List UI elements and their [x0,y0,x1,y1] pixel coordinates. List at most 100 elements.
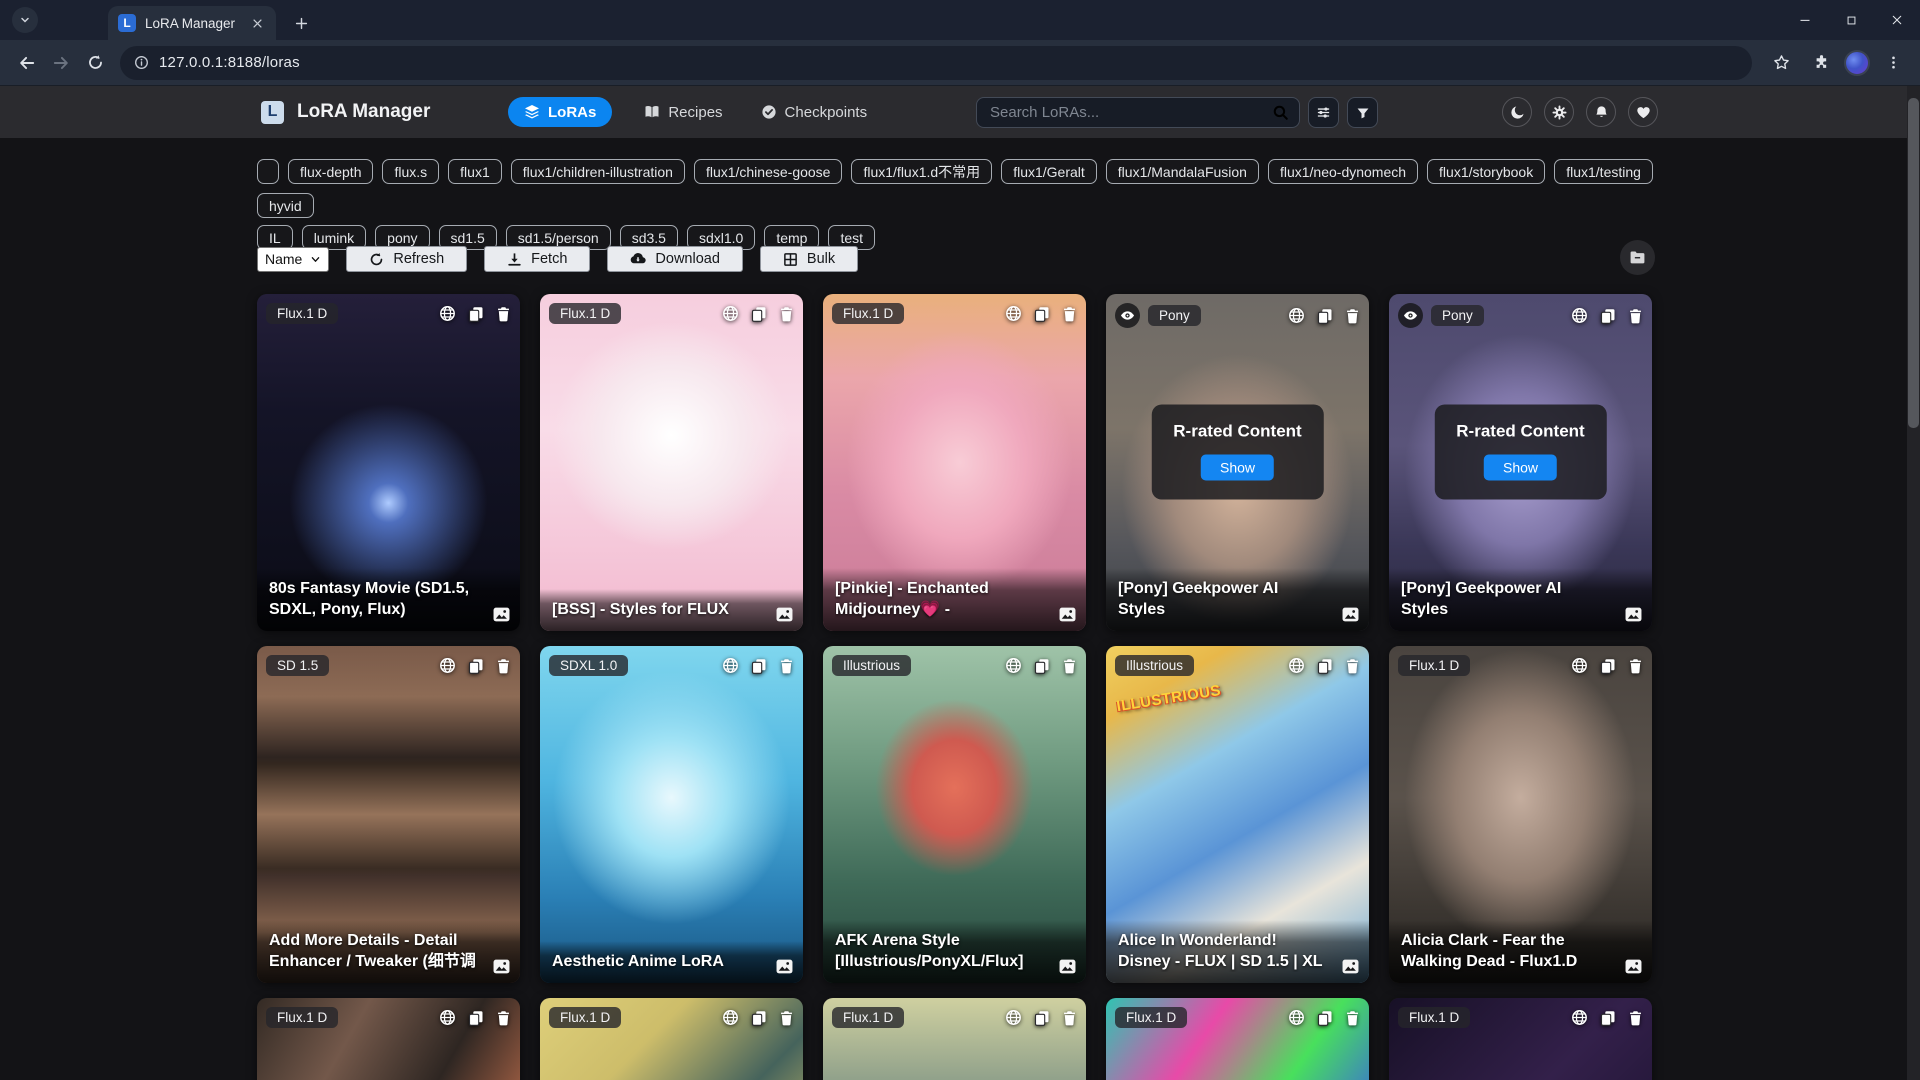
eye-icon[interactable] [1115,303,1140,328]
tab-close-icon[interactable] [248,14,266,32]
eye-icon[interactable] [1398,303,1423,328]
image-icon[interactable] [1625,959,1642,974]
trash-icon[interactable] [779,306,794,322]
trash-icon[interactable] [496,658,511,674]
copy-icon[interactable] [751,658,767,674]
globe-icon[interactable] [1288,1009,1305,1026]
tag-pill[interactable]: flux1/flux1.d不常用 [851,159,992,184]
sort-select[interactable]: Name [257,247,329,272]
copy-icon[interactable] [1600,1010,1616,1026]
globe-icon[interactable] [1288,657,1305,674]
trash-icon[interactable] [1628,658,1643,674]
copy-icon[interactable] [1600,658,1616,674]
tab-checkpoints[interactable]: Checkpoints [755,97,874,127]
image-icon[interactable] [493,959,510,974]
copy-icon[interactable] [468,658,484,674]
minimize-button[interactable] [1782,0,1828,40]
image-icon[interactable] [1059,607,1076,622]
globe-icon[interactable] [1005,305,1022,322]
trash-icon[interactable] [496,1010,511,1026]
extensions-icon[interactable] [1804,46,1838,80]
download-button[interactable]: Download [607,246,743,272]
tag-pill[interactable]: flux.s [382,159,439,184]
tag-pill[interactable] [257,159,279,184]
copy-icon[interactable] [1034,658,1050,674]
trash-icon[interactable] [1345,1010,1360,1026]
reload-button[interactable] [78,46,112,80]
tag-pill[interactable]: flux1/storybook [1427,159,1545,184]
copy-icon[interactable] [1317,1010,1333,1026]
support-button[interactable] [1628,97,1658,127]
lora-card[interactable]: Flux.1 D Alicia Clark - Fear the Walking… [1389,646,1652,983]
tag-pill[interactable]: flux1/neo-dynomech [1268,159,1418,184]
copy-icon[interactable] [468,1010,484,1026]
filter-button[interactable] [1347,97,1378,128]
globe-icon[interactable] [1005,657,1022,674]
trash-icon[interactable] [1628,1010,1643,1026]
tab-recipes[interactable]: Recipes [638,97,728,127]
lora-card[interactable]: SDXL 1.0 Aesthetic Anime LoRA [540,646,803,983]
address-bar[interactable]: 127.0.0.1:8188/loras [120,46,1752,80]
close-button[interactable] [1874,0,1920,40]
lora-card[interactable]: Flux.1 D [540,998,803,1080]
tag-pill[interactable]: flux-depth [288,159,373,184]
globe-icon[interactable] [722,657,739,674]
bookmark-star-icon[interactable] [1764,46,1798,80]
lora-card[interactable]: ILLUSTRIOUS Illustrious Alice In Wonderl… [1106,646,1369,983]
search-input[interactable] [990,104,1272,121]
globe-icon[interactable] [439,305,456,322]
profile-avatar[interactable] [1844,50,1870,76]
show-button[interactable]: Show [1484,455,1557,481]
trash-icon[interactable] [779,1010,794,1026]
image-icon[interactable] [776,607,793,622]
tag-pill[interactable]: flux1/Geralt [1001,159,1097,184]
site-info-icon[interactable] [134,55,149,70]
copy-icon[interactable] [1600,308,1616,324]
maximize-button[interactable] [1828,0,1874,40]
trash-icon[interactable] [496,306,511,322]
tab-loras[interactable]: LoRAs [508,97,612,127]
theme-toggle-button[interactable] [1502,97,1532,127]
lora-card[interactable]: Flux.1 D 80s Fantasy Movie (SD1.5, SDXL,… [257,294,520,631]
sort-options-button[interactable] [1308,97,1339,128]
lora-card[interactable]: Flux.1 D [257,998,520,1080]
show-button[interactable]: Show [1201,455,1274,481]
image-icon[interactable] [1625,607,1642,622]
copy-icon[interactable] [1034,306,1050,322]
globe-icon[interactable] [722,1009,739,1026]
lora-card[interactable]: Flux.1 D [1389,998,1652,1080]
lora-card[interactable]: SD 1.5 Add More Details - Detail Enhance… [257,646,520,983]
trash-icon[interactable] [1062,1010,1077,1026]
lora-card[interactable]: Flux.1 D [BSS] - Styles for FLUX [540,294,803,631]
globe-icon[interactable] [1571,657,1588,674]
globe-icon[interactable] [439,1009,456,1026]
tag-pill[interactable]: flux1/children-illustration [511,159,685,184]
trash-icon[interactable] [1062,658,1077,674]
image-icon[interactable] [1342,607,1359,622]
trash-icon[interactable] [1345,308,1360,324]
image-icon[interactable] [493,607,510,622]
search-icon[interactable] [1272,104,1289,121]
copy-icon[interactable] [1317,658,1333,674]
copy-icon[interactable] [1034,1010,1050,1026]
image-icon[interactable] [776,959,793,974]
bulk-button[interactable]: Bulk [760,246,858,272]
tag-pill[interactable]: hyvid [257,193,314,218]
scrollbar-thumb[interactable] [1908,98,1919,428]
tag-pill[interactable]: flux1 [448,159,502,184]
folder-button[interactable] [1620,240,1655,275]
globe-icon[interactable] [1288,307,1305,324]
refresh-button[interactable]: Refresh [346,246,467,272]
trash-icon[interactable] [779,658,794,674]
trash-icon[interactable] [1628,308,1643,324]
browser-tab[interactable]: L LoRA Manager [108,6,276,40]
globe-icon[interactable] [1571,307,1588,324]
notifications-button[interactable] [1586,97,1616,127]
copy-icon[interactable] [1317,308,1333,324]
back-button[interactable] [10,46,44,80]
tag-pill[interactable]: flux1/testing [1554,159,1653,184]
browser-menu-icon[interactable] [1876,46,1910,80]
image-icon[interactable] [1059,959,1076,974]
copy-icon[interactable] [751,1010,767,1026]
tab-search-button[interactable] [12,7,38,33]
